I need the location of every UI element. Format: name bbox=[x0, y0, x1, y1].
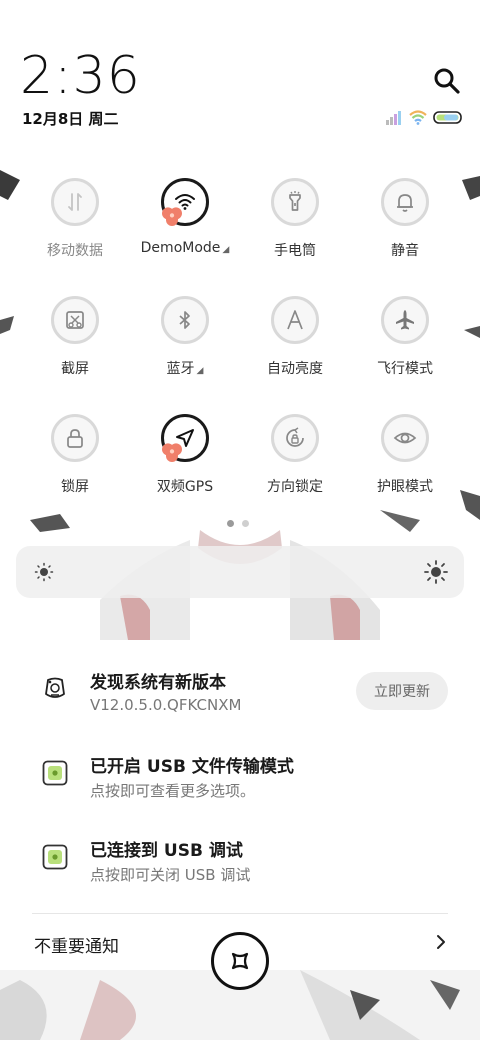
clear-all-notifications-button[interactable] bbox=[211, 932, 269, 990]
wifi-status-icon bbox=[409, 110, 427, 125]
tile-label: 锁屏 bbox=[61, 479, 89, 495]
tile-page-indicator bbox=[227, 520, 249, 527]
tile-label: 手电筒 bbox=[274, 243, 316, 259]
update-icon bbox=[45, 677, 65, 698]
notification-subtitle: 点按即可查看更多选项。 bbox=[90, 782, 256, 800]
tile-flashlight[interactable]: 手电筒 bbox=[240, 172, 350, 282]
notification-usb-transfer[interactable]: 已开启 USB 文件传输模式 点按即可查看更多选项。 bbox=[0, 748, 480, 818]
close-icon bbox=[231, 952, 249, 970]
mobile-data-icon bbox=[68, 193, 82, 211]
tile-label: 自动亮度 bbox=[267, 361, 323, 377]
status-header: 2:36 12月8日 周二 bbox=[0, 0, 480, 140]
expand-arrow-icon: ◢ bbox=[222, 245, 230, 255]
tile-screenshot[interactable]: 截屏 bbox=[20, 290, 130, 400]
tile-label: 护眼模式 bbox=[377, 479, 433, 495]
tile-label: 方向锁定 bbox=[267, 479, 323, 495]
page-dot-active bbox=[227, 520, 234, 527]
airplane-icon bbox=[396, 310, 414, 330]
bluetooth-icon bbox=[179, 311, 190, 329]
chevron-right-icon bbox=[437, 935, 445, 949]
tile-airplane[interactable]: 飞行模式 bbox=[350, 290, 460, 400]
signal-icon bbox=[386, 111, 401, 125]
notification-subtitle: V12.0.5.0.QFKCNXM bbox=[90, 696, 242, 714]
tile-label: 飞行模式 bbox=[377, 361, 433, 377]
android-debug-icon bbox=[42, 760, 68, 786]
tile-mobile-data[interactable]: 移动数据 bbox=[20, 172, 130, 282]
notification-title: 已连接到 USB 调试 bbox=[90, 841, 243, 861]
notification-subtitle: 点按即可关闭 USB 调试 bbox=[90, 866, 251, 884]
clock-time: 2:36 bbox=[20, 46, 141, 106]
notification-title: 发现系统有新版本 bbox=[90, 673, 226, 693]
rotation-lock-icon bbox=[286, 427, 304, 447]
search-icon[interactable] bbox=[430, 64, 464, 98]
tile-gps[interactable]: 双频GPS bbox=[130, 408, 240, 518]
flower-decoration-icon bbox=[162, 207, 182, 226]
tile-bluetooth[interactable]: 蓝牙 ◢ bbox=[130, 290, 240, 400]
android-debug-icon bbox=[42, 844, 68, 870]
tile-label: 静音 bbox=[391, 243, 419, 259]
tile-demomode[interactable]: DemoMode ◢ bbox=[130, 172, 240, 282]
notification-title: 已开启 USB 文件传输模式 bbox=[90, 757, 294, 777]
tile-eye-care[interactable]: 护眼模式 bbox=[350, 408, 460, 518]
lock-icon bbox=[67, 429, 83, 448]
tile-label: 截屏 bbox=[61, 361, 89, 377]
notification-usb-debug[interactable]: 已连接到 USB 调试 点按即可关闭 USB 调试 bbox=[0, 832, 480, 902]
page-dot bbox=[242, 520, 249, 527]
battery-icon bbox=[433, 111, 462, 124]
notification-list: 发现系统有新版本 V12.0.5.0.QFKCNXM 立即更新 已开启 USB … bbox=[0, 640, 480, 970]
divider bbox=[32, 913, 448, 914]
flashlight-icon bbox=[289, 191, 301, 211]
tile-label: 移动数据 bbox=[47, 243, 103, 259]
tile-auto-brightness[interactable]: 自动亮度 bbox=[240, 290, 350, 400]
tile-lock-screen[interactable]: 锁屏 bbox=[20, 408, 130, 518]
notification-system-update[interactable]: 发现系统有新版本 V12.0.5.0.QFKCNXM 立即更新 bbox=[0, 664, 480, 734]
unimportant-notifications-label: 不重要通知 bbox=[34, 937, 119, 957]
brightness-low-icon bbox=[34, 562, 54, 582]
tile-mute[interactable]: 静音 bbox=[350, 172, 460, 282]
tile-label: 双频GPS bbox=[156, 479, 214, 495]
bell-icon bbox=[397, 194, 413, 212]
tile-label: DemoMode bbox=[140, 240, 221, 256]
brightness-slider[interactable] bbox=[16, 546, 464, 598]
update-now-button[interactable]: 立即更新 bbox=[356, 672, 448, 710]
screenshot-icon bbox=[66, 311, 84, 329]
clock-date: 12月8日 周二 bbox=[22, 110, 119, 128]
brightness-high-icon bbox=[424, 560, 448, 584]
expand-arrow-icon: ◢ bbox=[196, 366, 204, 376]
auto-brightness-icon bbox=[287, 310, 303, 330]
tile-rotation-lock[interactable]: 方向锁定 bbox=[240, 408, 350, 518]
eye-icon bbox=[393, 432, 417, 444]
status-icons bbox=[386, 110, 462, 125]
tile-label: 蓝牙 bbox=[166, 361, 195, 377]
flower-decoration-icon bbox=[162, 443, 182, 462]
